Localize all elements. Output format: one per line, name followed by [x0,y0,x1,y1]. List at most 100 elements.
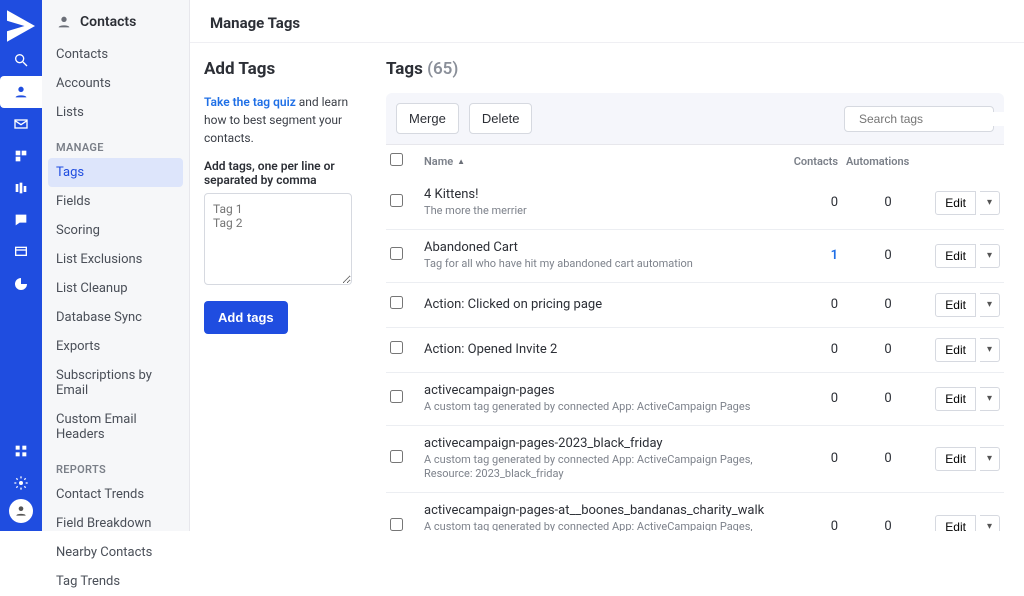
sidebar-item[interactable]: Subscriptions by Email [42,361,189,405]
reports-icon[interactable] [0,268,42,300]
row-checkbox[interactable] [390,390,403,403]
apps-icon[interactable] [0,435,42,467]
sidebar-item[interactable]: Nearby Contacts [42,538,189,567]
tag-name: activecampaign-pages [424,383,766,398]
sidebar-item[interactable]: Lists [42,98,189,127]
automations-count: 0 [846,391,930,406]
contacts-icon[interactable] [0,76,42,108]
col-automations[interactable]: Automations [846,155,930,168]
sidebar-item[interactable]: Tags [48,158,183,187]
edit-button[interactable]: Edit [935,338,976,362]
mail-icon[interactable] [0,108,42,140]
table-row: Action: Clicked on pricing page 00 Edit▾ [386,283,1004,328]
contacts-count[interactable]: 1 [774,248,838,263]
row-checkbox[interactable] [390,450,403,463]
tag-name: activecampaign-pages-2023_black_friday [424,436,766,451]
row-checkbox[interactable] [390,341,403,354]
contacts-count: 0 [774,297,838,312]
sidebar-group-label: MANAGE [42,127,189,158]
search-input-wrap[interactable] [844,106,994,132]
edit-button[interactable]: Edit [935,515,976,531]
sidebar-item[interactable]: Custom Email Headers [42,405,189,449]
automations-count: 0 [846,297,930,312]
deals-icon[interactable] [0,140,42,172]
edit-button[interactable]: Edit [935,293,976,317]
table-row: activecampaign-pages-2023_black_friday A … [386,426,1004,494]
contacts-count: 0 [774,451,838,466]
contacts-small-icon [56,14,72,30]
col-name[interactable]: Name ▲ [424,155,766,168]
row-menu-button[interactable]: ▾ [980,293,1000,317]
tag-desc: The more the merrier [424,204,766,219]
contacts-count: 0 [774,342,838,357]
edit-button[interactable]: Edit [935,191,976,215]
sidebar-item[interactable]: Scoring [42,216,189,245]
tag-quiz-link[interactable]: Take the tag quiz [204,95,296,109]
sidebar-item[interactable]: Tag Trends [42,567,189,596]
row-checkbox[interactable] [390,194,403,207]
delete-button[interactable]: Delete [469,103,533,134]
automations-icon[interactable] [0,172,42,204]
chat-icon[interactable] [0,204,42,236]
edit-button[interactable]: Edit [935,244,976,268]
row-checkbox[interactable] [390,247,403,260]
tag-name: activecampaign-pages-at__boones_bandanas… [424,503,766,518]
add-tags-heading: Add Tags [204,59,352,79]
tag-desc: A custom tag generated by connected App:… [424,400,766,415]
tag-name: Action: Clicked on pricing page [424,297,766,312]
contacts-count: 0 [774,195,838,210]
contacts-count: 0 [774,519,838,531]
gear-icon[interactable] [0,467,42,499]
table-row: Abandoned CartTag for all who have hit m… [386,230,1004,283]
page-title: Manage Tags [190,0,1024,43]
tag-quiz-blurb: Take the tag quiz and learn how to best … [204,93,352,147]
table-header: Name ▲ Contacts Automations [386,145,1004,177]
table-row: activecampaign-pages-at__boones_bandanas… [386,493,1004,531]
row-menu-button[interactable]: ▾ [980,338,1000,362]
sidebar-item[interactable]: Contacts [42,40,189,69]
sidebar-item[interactable]: Accounts [42,69,189,98]
sidebar: Contacts ContactsAccountsLists MANAGETag… [42,0,190,531]
row-checkbox[interactable] [390,518,403,531]
sidebar-item[interactable]: Fields [42,187,189,216]
sidebar-title: Contacts [42,10,189,40]
row-menu-button[interactable]: ▾ [980,244,1000,268]
automations-count: 0 [846,519,930,531]
search-input[interactable] [859,112,1014,126]
tag-desc: A custom tag generated by connected App:… [424,453,766,483]
sidebar-item[interactable]: Contact Trends [42,480,189,509]
sidebar-group-label: REPORTS [42,449,189,480]
edit-button[interactable]: Edit [935,447,976,471]
sidebar-item[interactable]: List Cleanup [42,274,189,303]
select-all-checkbox[interactable] [390,153,403,166]
automations-count: 0 [846,248,930,263]
row-menu-button[interactable]: ▾ [980,515,1000,531]
sidebar-item[interactable]: Exports [42,332,189,361]
sidebar-item[interactable]: Field Breakdown [42,509,189,538]
search-icon[interactable] [0,44,42,76]
add-tags-label: Add tags, one per line or separated by c… [204,159,352,187]
brand-logo[interactable] [0,8,42,44]
col-contacts[interactable]: Contacts [774,155,838,168]
merge-button[interactable]: Merge [396,103,459,134]
contacts-count: 0 [774,391,838,406]
row-checkbox[interactable] [390,296,403,309]
tag-name: Abandoned Cart [424,240,766,255]
table-row: activecampaign-pages A custom tag generat… [386,373,1004,426]
automations-count: 0 [846,195,930,210]
tags-table: Name ▲ Contacts Automations 4 Kittens!Th… [386,144,1004,531]
avatar[interactable] [9,499,33,523]
row-menu-button[interactable]: ▾ [980,387,1000,411]
sidebar-item[interactable]: Database Sync [42,303,189,332]
sidebar-item[interactable]: List Exclusions [42,245,189,274]
row-menu-button[interactable]: ▾ [980,447,1000,471]
tags-heading: Tags (65) [386,59,1004,79]
tag-name: Action: Opened Invite 2 [424,342,766,357]
tags-textarea[interactable] [204,193,352,285]
add-tags-button[interactable]: Add tags [204,301,288,334]
add-tags-panel: Add Tags Take the tag quiz and learn how… [190,43,366,531]
tag-desc: A custom tag generated by connected App:… [424,520,766,531]
row-menu-button[interactable]: ▾ [980,191,1000,215]
edit-button[interactable]: Edit [935,387,976,411]
site-icon[interactable] [0,236,42,268]
